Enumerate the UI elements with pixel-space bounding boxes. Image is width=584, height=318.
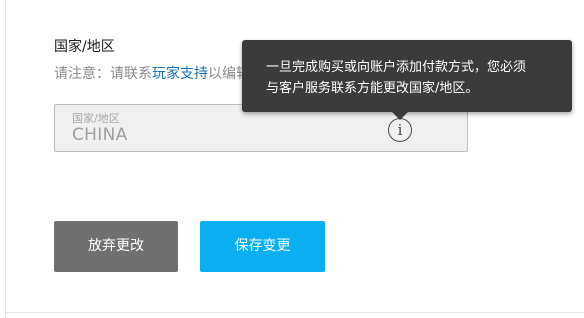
notice-prefix: 请注意：请联系 <box>54 66 152 82</box>
info-icon-glyph: i <box>397 121 403 139</box>
info-icon[interactable]: i <box>388 118 412 142</box>
country-field-value: CHINA <box>72 125 128 145</box>
info-tooltip: 一旦完成购买或向账户添加付款方式，您必须 与客户服务联系方能更改国家/地区。 <box>242 40 572 112</box>
save-changes-button[interactable]: 保存变更 <box>200 221 325 272</box>
tooltip-line-2: 与客户服务联系方能更改国家/地区。 <box>266 81 479 96</box>
bottom-divider <box>5 312 584 313</box>
contact-notice: 请注意：请联系玩家支持以编辑 <box>54 63 250 83</box>
tooltip-arrow <box>392 112 408 120</box>
discard-changes-button[interactable]: 放弃更改 <box>54 221 178 272</box>
player-support-link[interactable]: 玩家支持 <box>152 66 208 82</box>
section-title: 国家/地区 <box>54 39 115 55</box>
country-field-label: 国家/地区 <box>72 112 120 125</box>
tooltip-line-1: 一旦完成购买或向账户添加付款方式，您必须 <box>266 60 527 75</box>
left-divider <box>5 0 6 318</box>
